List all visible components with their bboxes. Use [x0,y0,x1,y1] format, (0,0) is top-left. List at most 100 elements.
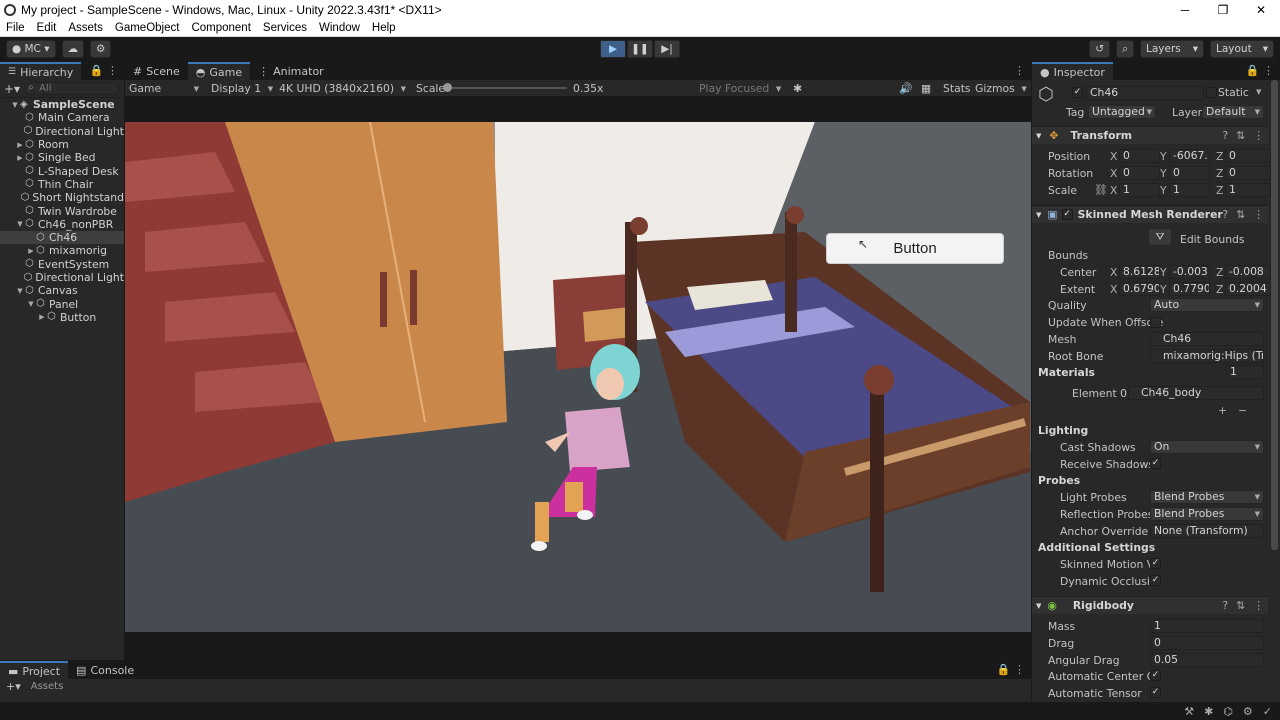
static-checkbox[interactable] [1206,87,1217,98]
scale-slider[interactable] [447,87,567,89]
check-icon[interactable]: ✓ [1263,705,1272,718]
preset-icon[interactable]: ⇅ [1236,129,1245,142]
help-icon[interactable]: ? [1222,599,1228,612]
hierarchy-item[interactable]: ⬡ L-Shaped Desk [0,164,124,178]
anchor-override-field[interactable]: None (Transform) [1150,524,1264,538]
position-x-field[interactable]: 0 [1119,149,1160,163]
receive-shadows-checkbox[interactable]: ✓ [1150,458,1161,469]
network-icon[interactable]: ⌬ [1223,705,1233,718]
tab-project[interactable]: ▬ Project [0,661,69,679]
menu-edit[interactable]: Edit [31,22,63,34]
skinned-motion-checkbox[interactable]: ✓ [1150,558,1161,569]
probes-foldout[interactable]: Probes [1038,474,1080,487]
menu-assets[interactable]: Assets [62,22,109,34]
inspector-scrollbar[interactable] [1271,80,1278,550]
additional-settings-foldout[interactable]: Additional Settings [1038,541,1155,554]
extent-x-field[interactable]: 0.6790 [1119,282,1160,296]
center-x-field[interactable]: 8.6128 [1119,265,1160,279]
smr-enabled-checkbox[interactable]: ✓ [1061,209,1073,220]
drag-field[interactable]: 0 [1150,636,1264,650]
tab-console[interactable]: ▤ Console [68,661,142,679]
mass-field[interactable]: 1 [1150,619,1264,633]
rigidbody-header[interactable]: ▾ ◉ Rigidbody ? ⇅ ⋮ [1032,596,1268,614]
tab-animator[interactable]: ⋮ Animator [250,62,332,80]
auto-center-checkbox[interactable]: ✓ [1150,670,1161,681]
progress-icon[interactable]: ⚒ [1184,705,1194,718]
layer-dropdown[interactable]: Default [1202,105,1264,119]
panel-menu-icon[interactable]: 🔒 ⋮ [1246,64,1274,77]
chevron-down-icon[interactable]: ▾ [1256,85,1261,98]
center-z-field[interactable]: -0.008 [1225,265,1271,279]
account-button[interactable]: ● MC ▾ [6,40,56,58]
tag-dropdown[interactable]: Untagged [1088,105,1156,119]
hierarchy-item[interactable]: ▶ ⬡ mixamorig [0,244,124,257]
panel-menu-icon[interactable]: ⋮ [1014,64,1025,77]
menu-file[interactable]: File [0,22,31,34]
quality-dropdown[interactable]: Auto [1150,298,1264,312]
skinned-mesh-renderer-header[interactable]: ▾ ▣ ✓ Skinned Mesh Renderer ? ⇅ ⋮ [1032,205,1268,223]
cast-shadows-dropdown[interactable]: On [1150,440,1264,454]
play-button[interactable]: ▶ [600,40,626,58]
chevron-right-icon[interactable]: ▶ [15,141,25,149]
materials-foldout[interactable]: Materials [1038,366,1095,379]
game-viewport[interactable]: Button ↖ [125,122,1031,632]
layers-dropdown[interactable]: Layers ▾ [1140,40,1204,58]
kebab-icon[interactable]: ⋮ [1253,129,1264,142]
active-checkbox[interactable]: ✓ [1072,87,1083,98]
settings-icon[interactable]: ⚙ [1243,705,1253,718]
menu-help[interactable]: Help [366,22,402,34]
aspect-icon[interactable]: ▦ [921,82,931,95]
audio-icon[interactable]: 🔊 [899,82,912,95]
hierarchy-item[interactable]: ▶ ⬡ Room [0,138,124,151]
menu-services[interactable]: Services [257,22,313,34]
panel-menu-icon[interactable]: 🔒 ⋮ [997,663,1025,676]
bug-icon[interactable]: ✱ [1204,705,1213,718]
hierarchy-item[interactable]: ▶ ⬡ Single Bed [0,151,124,164]
close-button[interactable]: ✕ [1242,3,1280,17]
menu-window[interactable]: Window [313,22,366,34]
tab-game[interactable]: ◓ Game [187,62,251,80]
mesh-field[interactable]: Ch46 [1150,332,1264,346]
collab-button[interactable]: ⚙ [90,40,112,58]
minimize-button[interactable]: ─ [1166,3,1204,17]
remove-element-icon[interactable]: − [1238,404,1247,417]
pause-button[interactable]: ❚❚ [627,40,653,58]
update-offscreen-checkbox[interactable] [1150,317,1161,328]
light-probes-dropdown[interactable]: Blend Probes [1150,490,1264,504]
element0-field[interactable]: Ch46_body [1128,386,1264,400]
menu-gameobject[interactable]: GameObject [109,22,186,34]
tab-scene[interactable]: # Scene [125,62,188,80]
hierarchy-item[interactable]: ⬡ Ch46 [0,230,124,245]
hierarchy-item[interactable]: ⬡ Short Nightstand [0,191,124,204]
game-ui-button[interactable]: Button [826,233,1004,264]
panel-menu-icon[interactable]: 🔒 ⋮ [90,64,118,77]
menu-component[interactable]: Component [185,22,256,34]
object-name-field[interactable]: Ch46 [1086,86,1204,100]
history-button[interactable]: ↺ [1089,40,1111,58]
play-focused-dropdown[interactable]: Play Focused [699,82,783,95]
gizmos-dropdown[interactable]: Gizmos [975,82,1029,95]
layout-dropdown[interactable]: Layout ▾ [1210,40,1274,58]
extent-z-field[interactable]: 0.2004 [1225,282,1271,296]
auto-tensor-checkbox[interactable]: ✓ [1150,687,1161,698]
position-z-field[interactable]: 0 [1225,149,1271,163]
scale-z-field[interactable]: 1 [1225,183,1271,197]
add-element-icon[interactable]: + [1218,404,1227,417]
chevron-right-icon[interactable]: ▶ [26,247,36,255]
transform-header[interactable]: ▾ ✥ Transform ? ⇅ ⋮ [1032,126,1268,144]
dynamic-occlusion-checkbox[interactable]: ✓ [1150,575,1161,586]
kebab-icon[interactable]: ⋮ [1253,599,1264,612]
hierarchy-item[interactable]: ⬡ Main Camera [0,111,124,124]
edit-bounds-button[interactable]: ⛛ [1148,228,1172,246]
rotation-x-field[interactable]: 0 [1119,166,1160,180]
search-button[interactable]: ⌕ [1116,40,1134,58]
hierarchy-item[interactable]: ▼ ◈ SampleScene [0,98,124,111]
tab-hierarchy[interactable]: ☰ Hierarchy [0,62,82,80]
hierarchy-item[interactable]: ▶ ⬡ Button [0,311,124,324]
materials-count-field[interactable]: 1 [1226,365,1264,379]
hierarchy-item[interactable]: ▼ ⬡ Ch46_nonPBR [0,218,124,231]
rotation-y-field[interactable]: 0 [1169,166,1210,180]
preset-icon[interactable]: ⇅ [1236,599,1245,612]
hierarchy-item[interactable]: ▼ ⬡ Canvas [0,284,124,297]
scale-y-field[interactable]: 1 [1169,183,1210,197]
